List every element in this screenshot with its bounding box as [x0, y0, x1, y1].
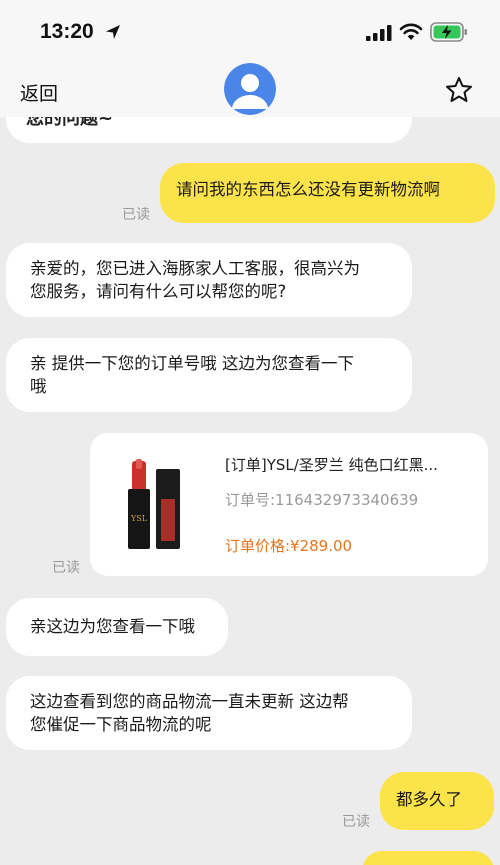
message-text: 都多久了: [396, 790, 462, 809]
message-bubble-agent: 亲爱的，您已进入海豚家人工客服，很高兴为 您服务，请问有什么可以帮您的呢?: [6, 243, 412, 317]
star-outline-icon[interactable]: [444, 75, 474, 105]
message-text: 您的问题~: [26, 117, 114, 129]
message-bubble-user: 请问我的东西怎么还没有更新物流啊: [160, 163, 495, 223]
message-text: 亲这边为您查看一下哦: [30, 617, 195, 636]
read-receipt: 已读: [52, 560, 80, 576]
status-time: 13:20: [40, 20, 94, 43]
order-title: [订单]YSL/圣罗兰 纯色口红黑...: [225, 456, 438, 474]
message-text-line: 哦: [30, 377, 47, 396]
message-text-line: 亲 提供一下您的订单号哦 这边为您查看一下: [30, 354, 354, 373]
location-arrow-icon: [106, 25, 120, 39]
battery-charging-icon: [430, 22, 467, 42]
svg-text:YSL: YSL: [130, 514, 148, 523]
message-bubble-user: 都多久了: [380, 772, 494, 830]
status-bar: 13:20: [0, 0, 500, 62]
message-text: 请问我的东西怎么还没有更新物流啊: [176, 180, 440, 199]
user-avatar-icon[interactable]: [224, 63, 276, 115]
message-bubble-agent: 亲这边为您查看一下哦: [6, 598, 228, 656]
lipstick-product-image: YSL: [128, 459, 180, 549]
read-receipt: 已读: [122, 207, 150, 223]
message-text-line: 亲爱的，您已进入海豚家人工客服，很高兴为: [30, 259, 360, 278]
nav-bar: 返回: [0, 62, 500, 117]
order-card[interactable]: YSL [订单]YSL/圣罗兰 纯色口红黑... 订单号:11643297334…: [90, 433, 488, 576]
cellular-signal-icon: [366, 25, 392, 41]
message-bubble-agent: 您的问题~: [6, 117, 412, 143]
message-bubble-agent: 这边查看到您的商品物流一直未更新 这边帮 您催促一下商品物流的呢: [6, 676, 412, 750]
back-button[interactable]: 返回: [20, 79, 58, 106]
order-price: 订单价格:¥289.00: [225, 537, 353, 555]
message-text-line: 这边查看到您的商品物流一直未更新 这边帮: [30, 692, 349, 711]
message-text-line: 您服务，请问有什么可以帮您的呢?: [30, 282, 287, 301]
chat-area[interactable]: 您的问题~ 请问我的东西怎么还没有更新物流啊 已读 亲爱的，您已进入海豚家人工客…: [0, 117, 500, 865]
order-number: 订单号:116432973340639: [225, 491, 419, 509]
message-text-line: 您催促一下商品物流的呢: [30, 715, 212, 734]
read-receipt: 已读: [342, 814, 370, 830]
wifi-icon: [399, 23, 423, 40]
message-bubble-agent: 亲 提供一下您的订单号哦 这边为您查看一下 哦: [6, 338, 412, 412]
message-bubble-user: [362, 851, 494, 865]
